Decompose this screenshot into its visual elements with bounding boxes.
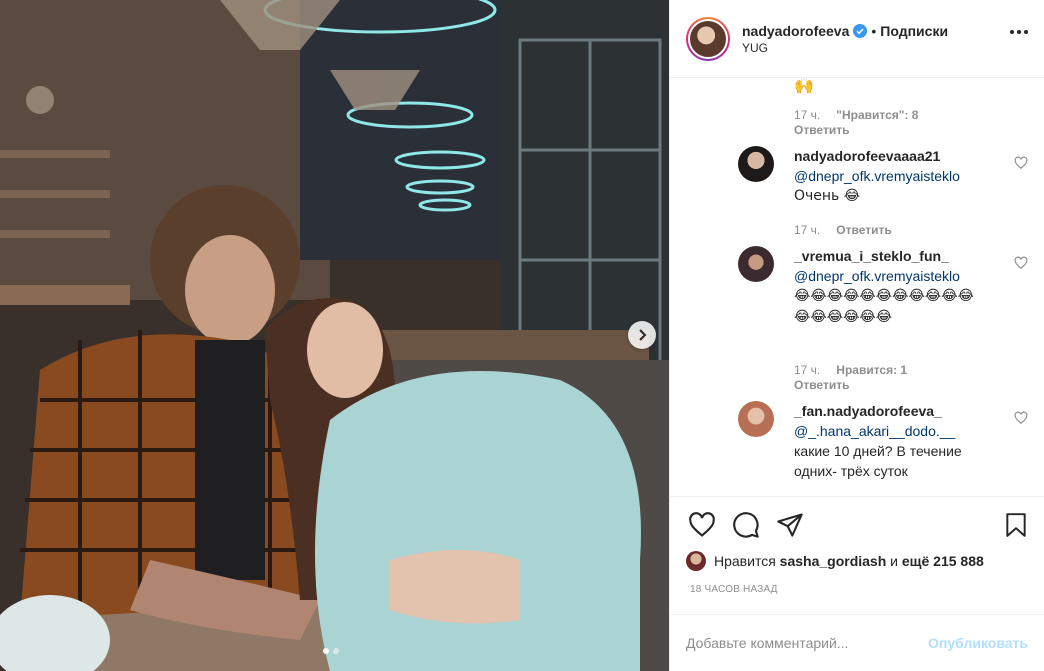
commenter-avatar[interactable] — [738, 146, 774, 182]
comment-mention[interactable]: @dnepr_ofk.vremyaisteklo — [794, 266, 979, 286]
reply-button[interactable]: Ответить — [794, 378, 907, 393]
share-paper-plane-icon[interactable] — [776, 511, 804, 539]
comment-mention[interactable]: @_.hana_akari__dodo.__ — [794, 421, 994, 441]
comment-emoji: 🙌 — [794, 78, 814, 95]
comment-mention[interactable]: @dnepr_ofk.vremyaisteklo — [794, 166, 994, 186]
carousel-indicator — [323, 648, 339, 654]
reply-button[interactable]: Ответить — [794, 123, 918, 138]
post-actions: Нравится sasha_gordiash и ещё 215 888 — [670, 496, 1044, 578]
comment-text: 😂😂😂😂😂😂😂😂😂😂😂😂😂😂😂😂😂 — [794, 288, 974, 325]
likes-summary[interactable]: Нравится sasha_gordiash и ещё 215 888 — [686, 551, 984, 571]
more-options-button[interactable] — [1010, 30, 1028, 34]
commenter-username[interactable]: _vremua_i_steklo_fun_ — [794, 246, 979, 266]
comment-text: какие 10 дней? В течение одних- трёх сут… — [794, 443, 962, 479]
comment-text: Очень 😂 — [794, 188, 861, 204]
publish-button[interactable]: Опубликовать — [928, 635, 1028, 651]
like-comment-heart-icon[interactable] — [1014, 256, 1028, 270]
comment-item: nadyadorofeevaaaa21 @dnepr_ofk.vremyaist… — [738, 146, 1028, 226]
comment-time[interactable]: 17 ч. — [794, 108, 820, 123]
comment-item: _vremua_i_steklo_fun_ @dnepr_ofk.vremyai… — [738, 246, 1028, 356]
add-comment-bar: Опубликовать — [670, 614, 1044, 671]
header-separator: • — [871, 22, 877, 39]
comment-time[interactable]: 17 ч. — [794, 363, 820, 378]
more-dots-icon — [1010, 30, 1014, 34]
following-button[interactable]: Подписки — [880, 23, 948, 39]
save-bookmark-icon[interactable] — [1003, 511, 1029, 539]
carousel-dot-active — [323, 648, 329, 654]
commenter-avatar[interactable] — [738, 401, 774, 437]
comment-time[interactable]: 17 ч. — [794, 223, 820, 238]
likes-middle: и — [890, 553, 898, 569]
liker-username[interactable]: sasha_gordiash — [780, 553, 887, 569]
author-avatar[interactable] — [686, 16, 730, 61]
commenter-avatar[interactable] — [738, 246, 774, 282]
photo-scene — [0, 0, 669, 671]
chevron-right-icon — [639, 329, 647, 341]
comment-likes[interactable]: Нравится: 1 — [836, 363, 907, 378]
post-timestamp[interactable]: 18 часов назад — [690, 584, 778, 595]
post-photo[interactable] — [0, 0, 669, 671]
post-location[interactable]: YUG — [742, 41, 948, 55]
likes-count[interactable]: ещё 215 888 — [902, 553, 984, 569]
comment-input[interactable] — [686, 635, 929, 651]
likes-prefix: Нравится — [714, 553, 776, 569]
comments-list: 🙌 17 ч. "Нравится": 8 Ответить nadyadoro… — [670, 78, 1044, 496]
author-username[interactable]: nadyadorofeeva — [742, 23, 849, 39]
comment-item: _fan.nadyadorofeeva_ @_.hana_akari__dodo… — [738, 401, 1028, 491]
carousel-dot — [333, 648, 339, 654]
like-heart-icon[interactable] — [688, 511, 716, 539]
commenter-username[interactable]: nadyadorofeevaaaa21 — [794, 146, 994, 166]
comment-bubble-icon[interactable] — [732, 511, 760, 539]
like-comment-heart-icon[interactable] — [1014, 411, 1028, 425]
liker-avatar[interactable] — [686, 551, 706, 571]
like-comment-heart-icon[interactable] — [1014, 156, 1028, 170]
comment-likes[interactable]: "Нравится": 8 — [836, 108, 918, 123]
verified-badge-icon — [853, 23, 868, 38]
post-sidebar: nadyadorofeeva • Подписки YUG 🙌 17 ч. "Н… — [669, 0, 1044, 671]
post-header: nadyadorofeeva • Подписки YUG — [670, 0, 1044, 78]
reply-button[interactable]: Ответить — [836, 223, 891, 238]
next-photo-button[interactable] — [628, 321, 656, 349]
commenter-username[interactable]: _fan.nadyadorofeeva_ — [794, 401, 994, 421]
